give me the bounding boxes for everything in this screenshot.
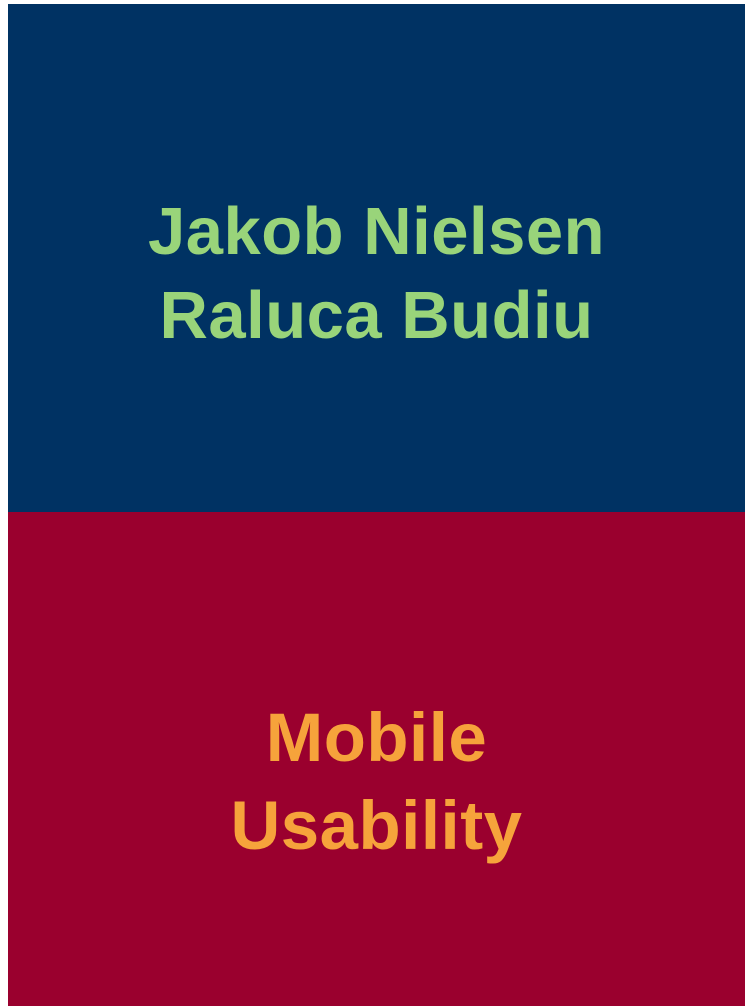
author-name-1: Jakob Nielsen (147, 194, 606, 269)
author-name-2: Raluca Budiu (159, 278, 594, 353)
book-cover: Jakob Nielsen Raluca Budiu Mobile Usabil… (8, 4, 745, 1006)
book-title: Mobile Usability (8, 694, 745, 870)
author-names: Jakob Nielsen Raluca Budiu (8, 190, 745, 358)
cover-top-panel: Jakob Nielsen Raluca Budiu (8, 4, 745, 512)
book-title-line-2: Usability (230, 787, 523, 864)
book-title-line-1: Mobile (265, 699, 488, 776)
